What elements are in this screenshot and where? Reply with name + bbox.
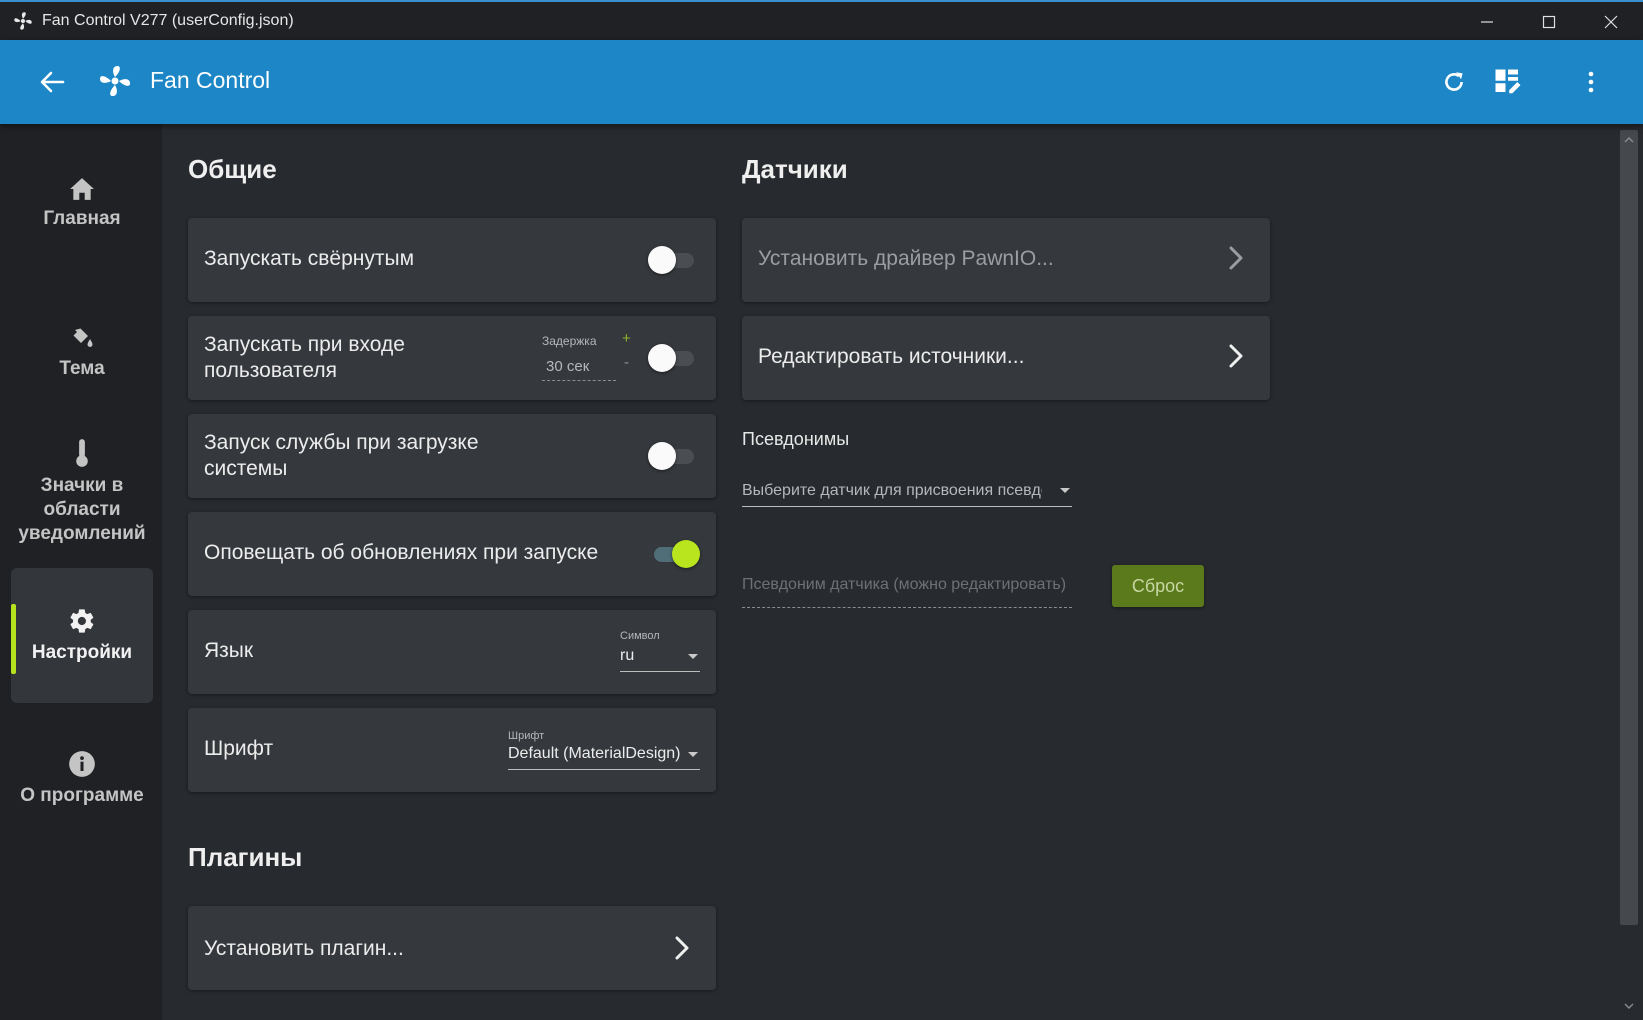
sidebar-item-tray-icons[interactable]: Значки в области уведомлений [11, 424, 153, 559]
window-titlebar: Fan Control V277 (userConfig.json) [0, 0, 1643, 40]
paint-bucket-icon [73, 328, 93, 347]
font-label: Шрифт [204, 737, 274, 760]
minimize-icon [1481, 21, 1493, 23]
gear-icon [70, 608, 94, 633]
sidebar-nav: Главная Тема Значки в области уведомлени… [0, 124, 162, 1020]
chevron-right-icon [1229, 344, 1243, 368]
start-minimized-label: Запускать свёрнутым [204, 247, 415, 270]
settings-content: Общие Запускать свёрнутым Запускать при … [162, 124, 1619, 1020]
language-label: Язык [204, 639, 254, 662]
select-sensor-dropdown[interactable]: Выберите датчик для присвоения псевдс [742, 482, 1042, 500]
chevron-down-icon[interactable] [688, 654, 698, 659]
sidebar-item-label: Главная [43, 208, 121, 229]
start-minimized-toggle[interactable] [648, 245, 700, 275]
close-icon [1604, 15, 1618, 29]
window-title: Fan Control V277 (userConfig.json) [42, 12, 294, 29]
select-sensor-underline [742, 506, 1072, 507]
notify-updates-toggle[interactable] [648, 539, 700, 569]
sidebar-item-settings[interactable]: Настройки [11, 568, 153, 703]
start-minimized-card: Запускать свёрнутым [188, 218, 716, 302]
chevron-down-icon[interactable] [1060, 488, 1070, 493]
install-plugin-label: Установить плагин... [204, 937, 404, 960]
language-select[interactable]: ru [620, 647, 634, 665]
more-vertical-icon [1588, 71, 1594, 93]
scroll-down-icon[interactable] [1624, 1002, 1634, 1010]
vertical-scrollbar[interactable] [1619, 130, 1639, 1020]
scrollbar-thumb[interactable] [1620, 130, 1638, 925]
delay-input-underline [542, 380, 616, 381]
sidebar-item-theme[interactable]: Тема [11, 284, 153, 424]
close-button[interactable] [1580, 4, 1642, 40]
more-menu-button[interactable] [1573, 64, 1609, 100]
info-icon [69, 751, 95, 777]
install-plugin-card[interactable]: Установить плагин... [188, 906, 716, 990]
install-driver-card[interactable]: Установить драйвер PawnIO... [742, 218, 1270, 302]
plugins-section-title: Плагины [188, 842, 303, 872]
notify-updates-label: Оповещать об обновлениях при запуске [204, 541, 599, 564]
font-card: Шрифт Шрифт Default (MaterialDesign) [188, 708, 716, 792]
scroll-up-icon[interactable] [1624, 136, 1634, 144]
sidebar-item-label: Тема [59, 358, 105, 379]
sidebar-item-home[interactable]: Главная [11, 144, 153, 264]
install-driver-label: Установить драйвер PawnIO... [758, 247, 1054, 270]
start-service-card: Запуск службы при загрузке системы [188, 414, 716, 498]
sensor-alias-underline [742, 607, 1072, 608]
edit-layout-button[interactable] [1490, 64, 1526, 100]
sidebar-item-label: Значки в области уведомлений [18, 474, 146, 544]
sidebar-item-label: О программе [20, 785, 144, 806]
sidebar-item-label: Настройки [31, 641, 133, 663]
refresh-icon [1445, 72, 1463, 91]
delay-decrease-button[interactable]: - [624, 354, 629, 371]
font-select-underline [508, 769, 700, 770]
sidebar-item-about[interactable]: О программе [11, 709, 153, 849]
font-select[interactable]: Default (MaterialDesign) [508, 745, 681, 763]
aliases-title: Псевдонимы [742, 429, 850, 449]
language-card: Язык Символ ru [188, 610, 716, 694]
dashboard-edit-icon [1495, 69, 1521, 94]
refresh-button[interactable] [1436, 64, 1472, 100]
reset-button[interactable]: Сброс [1112, 565, 1204, 607]
start-on-login-toggle[interactable] [648, 343, 700, 373]
start-on-login-card: Запускать при входе пользователя Задержк… [188, 316, 716, 400]
delay-increase-button[interactable]: + [622, 330, 631, 347]
chevron-down-icon[interactable] [688, 752, 698, 757]
maximize-icon [1542, 15, 1556, 29]
back-arrow-icon[interactable] [36, 66, 68, 98]
sensors-section-title: Датчики [742, 154, 848, 184]
home-icon [70, 178, 94, 200]
language-field-label: Символ [620, 630, 660, 642]
fan-logo-icon [99, 65, 131, 97]
thermometer-icon [76, 438, 88, 467]
app-title: Fan Control [150, 67, 271, 93]
chevron-right-icon [1229, 246, 1243, 270]
font-field-label: Шрифт [508, 730, 545, 742]
fan-logo-icon [14, 12, 32, 30]
edit-sources-label: Редактировать источники... [758, 345, 1025, 368]
start-on-login-label: Запускать при входе пользователя [204, 333, 405, 382]
delay-label: Задержка [542, 334, 597, 348]
app-header: Fan Control [0, 40, 1643, 124]
start-service-label: Запуск службы при загрузке системы [204, 431, 479, 480]
language-select-underline [620, 671, 700, 672]
minimize-button[interactable] [1456, 4, 1518, 40]
chevron-right-icon [675, 936, 689, 960]
edit-sources-card[interactable]: Редактировать источники... [742, 316, 1270, 400]
delay-input[interactable]: 30 сек [546, 358, 589, 375]
maximize-button[interactable] [1518, 4, 1580, 40]
start-service-toggle[interactable] [648, 441, 700, 471]
notify-updates-card: Оповещать об обновлениях при запуске [188, 512, 716, 596]
sensor-alias-input[interactable]: Псевдоним датчика (можно редактировать) [742, 576, 1072, 594]
general-section-title: Общие [188, 154, 277, 184]
